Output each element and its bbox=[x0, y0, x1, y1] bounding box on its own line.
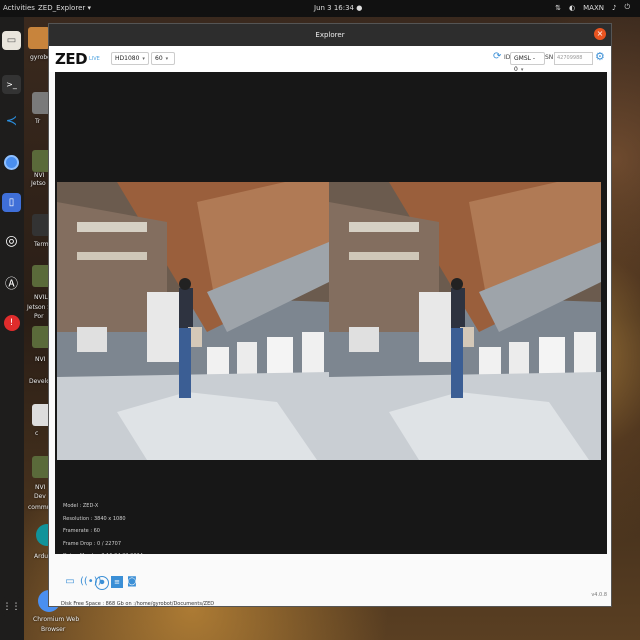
desktop-label: Term bbox=[34, 241, 49, 248]
camera-id-select[interactable]: GMSL - 0 ▾ bbox=[510, 52, 545, 73]
explorer-window: Explorer × ZED LIVE HD1080 ▾ 60 ▾ ⟳ ID GMS… bbox=[48, 23, 612, 607]
resolution-select[interactable]: HD1080 ▾ bbox=[111, 52, 149, 65]
chevron-down-icon: ▾ bbox=[165, 56, 169, 62]
fps-select[interactable]: 60 ▾ bbox=[151, 52, 175, 65]
info-frame-drop: Frame Drop : 0 / 22707 bbox=[63, 540, 122, 547]
folder-icon[interactable]: ▭ bbox=[64, 576, 76, 588]
desktop-label: NVI bbox=[35, 356, 46, 363]
home-folder-icon[interactable] bbox=[28, 27, 50, 49]
fps-value: 60 bbox=[155, 55, 163, 62]
app-menu[interactable]: ZED_Explorer ▾ bbox=[38, 4, 91, 12]
vscode-icon[interactable]: ≺ bbox=[2, 111, 21, 130]
power-mode-icon[interactable]: ◐ bbox=[569, 4, 575, 12]
video-viewer[interactable]: Model : ZED-X Resolution : 3840 x 1080 F… bbox=[55, 72, 607, 559]
desktop-label: Por bbox=[34, 313, 44, 320]
resolution-value: HD1080 bbox=[115, 55, 140, 62]
activities-button[interactable]: Activities bbox=[3, 4, 35, 12]
obs-icon[interactable]: ◎ bbox=[2, 231, 21, 250]
software-icon[interactable]: Ⓐ bbox=[2, 273, 21, 292]
serial-number-field[interactable]: 42709988 bbox=[554, 52, 593, 65]
apps-icon[interactable]: ⋮⋮ bbox=[2, 597, 21, 616]
window-titlebar[interactable]: Explorer × bbox=[49, 24, 611, 46]
help-icon[interactable]: ! bbox=[2, 313, 21, 332]
camera-snapshot-icon[interactable]: ◙ bbox=[126, 576, 138, 588]
desktop-label: Jetso bbox=[31, 180, 46, 187]
terminal-icon[interactable]: >_ bbox=[2, 75, 21, 94]
version-label: v4.0.8 bbox=[591, 592, 607, 598]
files-icon[interactable]: ▭ bbox=[2, 31, 21, 50]
dock: ▭ >_ ≺ ▯ ◎ Ⓐ ! ⋮⋮ bbox=[0, 17, 24, 640]
bottom-toolbar: ▭ ((•)) ⏺ ≡ ◙ Disk Free Space : 868 Gb o… bbox=[49, 554, 611, 607]
screen-icon[interactable]: ▯ bbox=[2, 193, 21, 212]
close-button[interactable]: × bbox=[594, 28, 606, 40]
svo-icon[interactable]: ≡ bbox=[111, 576, 123, 588]
clock[interactable]: Jun 3 16:34 ● bbox=[314, 4, 362, 12]
info-resolution: Resolution : 3840 x 1080 bbox=[63, 515, 126, 522]
disk-free-space: Disk Free Space : 868 Gb on :/home/gyrob… bbox=[61, 601, 215, 607]
sn-label: SN bbox=[545, 54, 554, 61]
live-label: LIVE bbox=[89, 56, 100, 62]
desktop-label: c bbox=[35, 430, 39, 437]
power-icon[interactable]: ⏻ bbox=[624, 3, 630, 12]
desktop-label: NVI bbox=[35, 484, 46, 491]
window-title: Explorer bbox=[315, 31, 345, 39]
right-camera-frame bbox=[329, 182, 601, 460]
refresh-icon[interactable]: ⟳ bbox=[493, 51, 501, 62]
record-icon[interactable]: ⏺ bbox=[95, 576, 109, 590]
stream-icon[interactable]: ((•)) bbox=[80, 576, 102, 588]
info-framerate: Framerate : 60 bbox=[63, 528, 100, 534]
network-icon[interactable]: ⇅ bbox=[555, 4, 561, 12]
volume-icon[interactable]: ♪ bbox=[612, 4, 616, 12]
desktop-label: Tr bbox=[35, 118, 41, 125]
desktop-label: NVIL bbox=[34, 294, 48, 301]
camera-id-value: GMSL - 0 bbox=[514, 55, 536, 73]
info-model: Model : ZED-X bbox=[63, 503, 99, 509]
left-camera-frame bbox=[57, 182, 329, 460]
desktop-label: NVI bbox=[34, 172, 45, 179]
chromium-icon[interactable] bbox=[2, 153, 21, 172]
desktop-label: Chromium Web bbox=[33, 616, 80, 623]
desktop-label: Dev bbox=[34, 493, 46, 500]
desktop-label: Browser bbox=[41, 626, 66, 633]
toolbar: ZED LIVE HD1080 ▾ 60 ▾ ⟳ ID GMSL - 0 ▾ SN 4… bbox=[49, 46, 611, 73]
top-bar: Activities ZED_Explorer ▾ Jun 3 16:34 ● … bbox=[0, 0, 640, 17]
zed-logo: ZED bbox=[55, 50, 88, 68]
chevron-down-icon: ▾ bbox=[142, 56, 145, 62]
system-tray[interactable]: ⇅ ◐ MAXN ♪ ⏻ bbox=[555, 3, 630, 12]
power-mode-label[interactable]: MAXN bbox=[583, 4, 604, 12]
gear-icon[interactable]: ⚙ bbox=[595, 50, 605, 63]
